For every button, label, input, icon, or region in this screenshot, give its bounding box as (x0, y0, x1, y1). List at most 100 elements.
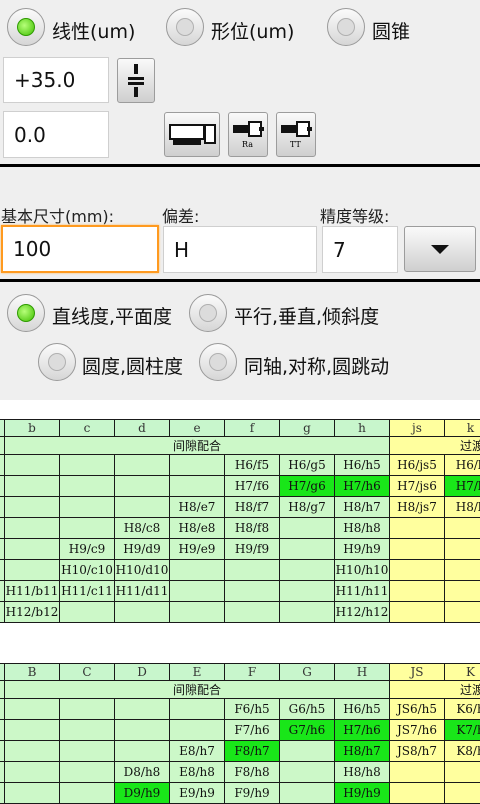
fit-cell[interactable]: JS7/h6 (390, 720, 445, 741)
fit-cell[interactable]: H8/f8 (225, 518, 280, 539)
radio-parallel-perpendicular[interactable] (189, 294, 227, 332)
fit-cell[interactable] (390, 602, 445, 623)
fit-cell[interactable] (280, 539, 335, 560)
grade-dropdown-button[interactable] (404, 226, 476, 272)
fit-cell[interactable]: D9/h9 (115, 783, 170, 804)
fit-cell[interactable] (225, 560, 280, 581)
fit-cell[interactable] (115, 699, 170, 720)
fit-cell[interactable]: H6/h5 (335, 455, 390, 476)
fit-cell[interactable] (170, 699, 225, 720)
fit-cell[interactable] (170, 455, 225, 476)
fit-cell[interactable] (390, 518, 445, 539)
fit-cell[interactable]: F9/h9 (225, 783, 280, 804)
radio-form-position[interactable] (166, 8, 204, 46)
fit-cell[interactable] (390, 783, 445, 804)
fit-cell[interactable] (390, 560, 445, 581)
fit-cell[interactable] (390, 762, 445, 783)
fit-cell[interactable] (60, 518, 115, 539)
fit-cell[interactable]: G7/h6 (280, 720, 335, 741)
fit-cell[interactable]: H9/f9 (225, 539, 280, 560)
fit-cell[interactable] (445, 783, 480, 804)
fit-cell[interactable]: H8/js7 (390, 497, 445, 518)
basic-size-input[interactable]: 100 (1, 225, 159, 273)
swap-button[interactable] (117, 58, 155, 103)
fit-cell[interactable] (60, 497, 115, 518)
fit-cell[interactable] (115, 455, 170, 476)
fit-cell[interactable] (5, 455, 60, 476)
fit-cell[interactable]: H10/d10 (115, 560, 170, 581)
fit-cell[interactable] (5, 497, 60, 518)
fit-cell[interactable] (225, 602, 280, 623)
fit-cell[interactable] (445, 762, 480, 783)
fit-cell[interactable] (170, 560, 225, 581)
fit-cell[interactable] (60, 762, 115, 783)
fit-cell[interactable] (445, 602, 480, 623)
radio-straightness-flatness[interactable] (7, 294, 45, 332)
fit-cell[interactable]: F7/h6 (225, 720, 280, 741)
fit-cell[interactable]: H8/g7 (280, 497, 335, 518)
fit-cell[interactable] (5, 762, 60, 783)
fit-cell[interactable]: H8/e7 (170, 497, 225, 518)
value2-input[interactable]: 0.0 (3, 111, 109, 158)
fit-cell[interactable] (60, 455, 115, 476)
fit-cell[interactable] (170, 476, 225, 497)
fit-cell[interactable]: H11/d11 (115, 581, 170, 602)
fit-cell[interactable]: E8/h7 (170, 741, 225, 762)
fit-cell[interactable]: H8/c8 (115, 518, 170, 539)
fit-cell[interactable] (5, 783, 60, 804)
fit-cell[interactable] (5, 518, 60, 539)
fit-cell[interactable]: H7/h6 (335, 476, 390, 497)
fit-cell[interactable] (5, 741, 60, 762)
ra-button[interactable]: Ra (228, 112, 268, 157)
fit-cell[interactable] (60, 741, 115, 762)
fit-cell[interactable]: H9/c9 (60, 539, 115, 560)
fit-cell[interactable]: F6/h5 (225, 699, 280, 720)
fit-cell[interactable] (115, 602, 170, 623)
fit-cell[interactable]: H11/b11 (5, 581, 60, 602)
fit-cell[interactable] (115, 741, 170, 762)
fit-cell[interactable]: K6/h (445, 699, 480, 720)
radio-linear[interactable] (7, 8, 45, 46)
fit-cell[interactable]: H8/e8 (170, 518, 225, 539)
fit-cell[interactable]: H6/js5 (390, 455, 445, 476)
fit-cell[interactable]: H7/h6 (335, 720, 390, 741)
fit-cell[interactable]: H6/h5 (335, 699, 390, 720)
deviation-input[interactable]: H (163, 226, 317, 273)
fit-cell[interactable]: G6/h5 (280, 699, 335, 720)
fit-cell[interactable] (60, 720, 115, 741)
tt-button[interactable]: TT (276, 112, 316, 157)
fit-cell[interactable] (445, 539, 480, 560)
fit-cell[interactable] (280, 581, 335, 602)
fit-cell[interactable]: H6/k (445, 455, 480, 476)
fit-cell[interactable] (445, 560, 480, 581)
fit-cell[interactable]: H7/g6 (280, 476, 335, 497)
fit-cell[interactable] (60, 699, 115, 720)
fit-cell[interactable] (280, 762, 335, 783)
fit-cell[interactable]: F8/h8 (225, 762, 280, 783)
fit-cell[interactable] (225, 581, 280, 602)
fit-cell[interactable]: H6/f5 (225, 455, 280, 476)
fit-cell[interactable] (5, 720, 60, 741)
radio-coaxial-symmetry[interactable] (199, 343, 237, 381)
fit-cell[interactable]: H6/g5 (280, 455, 335, 476)
fit-cell[interactable] (60, 602, 115, 623)
fit-cell[interactable]: H7/js6 (390, 476, 445, 497)
fit-cell[interactable] (60, 476, 115, 497)
fit-cell[interactable] (170, 720, 225, 741)
fit-cell[interactable] (60, 783, 115, 804)
fit-cell[interactable] (115, 476, 170, 497)
fit-cell[interactable]: H9/d9 (115, 539, 170, 560)
fit-cell[interactable] (390, 581, 445, 602)
fit-cell[interactable] (280, 602, 335, 623)
fit-cell[interactable]: H7/f6 (225, 476, 280, 497)
fit-cell[interactable]: H8/f7 (225, 497, 280, 518)
fit-cell[interactable]: H9/h9 (335, 783, 390, 804)
fit-cell[interactable]: H8/h8 (335, 762, 390, 783)
fit-cell[interactable]: H11/h11 (335, 581, 390, 602)
fit-cell[interactable] (5, 560, 60, 581)
fit-cell[interactable]: H10/h10 (335, 560, 390, 581)
fit-cell[interactable]: H8/h7 (335, 497, 390, 518)
fit-cell[interactable] (115, 720, 170, 741)
fit-cell[interactable]: H7/k (445, 476, 480, 497)
fit-cell[interactable] (5, 699, 60, 720)
